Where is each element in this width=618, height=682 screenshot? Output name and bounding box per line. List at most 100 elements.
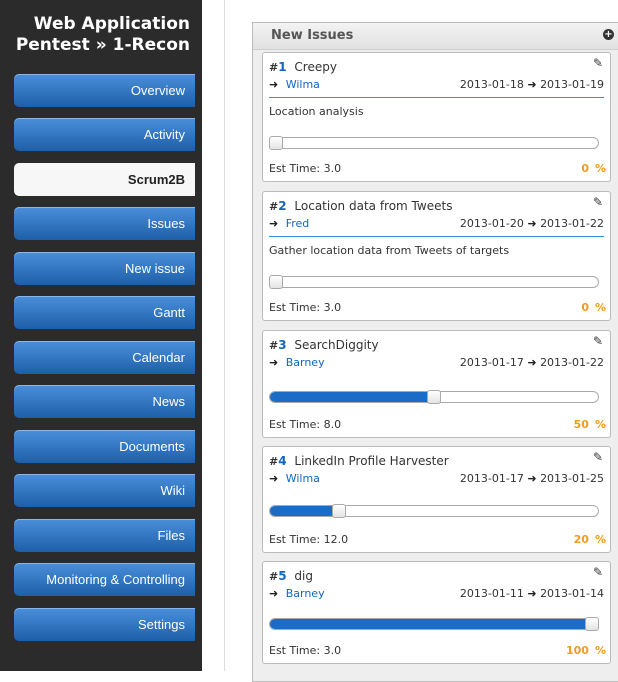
arrow-right-icon: ➜ bbox=[269, 587, 279, 600]
slider-handle[interactable] bbox=[269, 275, 283, 289]
issue-title-line: #2 Location data from Tweets bbox=[269, 199, 452, 213]
edit-icon[interactable]: ✎ bbox=[593, 565, 603, 579]
issue-card[interactable]: ✎ #2 Location data from Tweets ➜ Fred 20… bbox=[262, 191, 611, 321]
estimated-time: Est Time: 3.0 bbox=[269, 301, 342, 314]
issue-number[interactable]: 5 bbox=[278, 569, 286, 583]
assignee-link[interactable]: Wilma bbox=[286, 472, 320, 485]
progress-percent: 100% bbox=[566, 644, 606, 657]
issue-card[interactable]: ✎ #3 SearchDiggity ➜ Barney 2013-01-17 ➜… bbox=[262, 330, 611, 438]
issue-hash: # bbox=[269, 455, 279, 468]
issue-number[interactable]: 2 bbox=[278, 199, 286, 213]
estimated-time: Est Time: 3.0 bbox=[269, 644, 342, 657]
assignee-link[interactable]: Wilma bbox=[286, 78, 320, 91]
start-date: 2013-01-11 bbox=[459, 587, 524, 600]
arrow-right-icon: ➜ bbox=[527, 472, 537, 485]
progress-percent: 0% bbox=[581, 162, 606, 175]
slider-handle[interactable] bbox=[585, 617, 599, 631]
nav-calendar[interactable]: Calendar bbox=[14, 341, 195, 374]
assignee-line: ➜ Wilma bbox=[269, 472, 320, 485]
progress-percent: 20% bbox=[574, 533, 606, 546]
nav-scrum2b[interactable]: Scrum2B bbox=[14, 163, 195, 196]
progress-slider[interactable] bbox=[269, 276, 599, 288]
issue-card[interactable]: ✎ #4 LinkedIn Profile Harvester ➜ Wilma … bbox=[262, 446, 611, 553]
arrow-right-icon: ➜ bbox=[269, 472, 279, 485]
assignee-link[interactable]: Fred bbox=[286, 217, 310, 230]
due-date: 2013-01-14 bbox=[540, 587, 604, 600]
issue-subject[interactable]: Location data from Tweets bbox=[294, 199, 452, 213]
progress-value: 50 bbox=[573, 418, 589, 431]
edit-icon[interactable]: ✎ bbox=[593, 450, 603, 464]
nav-monitoring-controlling[interactable]: Monitoring & Controlling bbox=[14, 563, 195, 596]
progress-value: 0 bbox=[581, 162, 589, 175]
due-date: 2013-01-19 bbox=[540, 78, 604, 91]
issue-number[interactable]: 1 bbox=[278, 60, 286, 74]
edit-icon[interactable]: ✎ bbox=[593, 56, 603, 70]
project-title-line2: Pentest » 1-Recon bbox=[15, 35, 190, 55]
nav-overview[interactable]: Overview bbox=[14, 74, 195, 107]
issue-dates: 2013-01-20 ➜ 2013-01-22 bbox=[460, 217, 604, 230]
progress-fill bbox=[270, 619, 598, 629]
nav-issues[interactable]: Issues bbox=[14, 207, 195, 240]
arrow-right-icon: ➜ bbox=[269, 78, 279, 91]
issue-hash: # bbox=[269, 339, 279, 352]
issue-dates: 2013-01-17 ➜ 2013-01-22 bbox=[460, 356, 604, 369]
issue-subject[interactable]: SearchDiggity bbox=[294, 338, 378, 352]
start-date: 2013-01-20 bbox=[459, 217, 524, 230]
estimated-time: Est Time: 12.0 bbox=[269, 533, 349, 546]
nav-settings[interactable]: Settings bbox=[14, 608, 195, 641]
arrow-right-icon: ➜ bbox=[269, 356, 279, 369]
nav-files[interactable]: Files bbox=[14, 519, 195, 552]
progress-fill bbox=[270, 506, 336, 516]
issue-hash: # bbox=[269, 200, 279, 213]
percent-sign: % bbox=[594, 418, 606, 431]
arrow-right-icon: ➜ bbox=[269, 217, 279, 230]
nav-documents[interactable]: Documents bbox=[14, 430, 195, 463]
assignee-line: ➜ Fred bbox=[269, 217, 309, 230]
card-divider bbox=[269, 97, 604, 98]
panel-title: New Issues bbox=[271, 28, 354, 43]
nav-activity[interactable]: Activity bbox=[14, 118, 195, 151]
issue-description: Gather location data from Tweets of targ… bbox=[269, 244, 510, 257]
arrow-right-icon: ➜ bbox=[527, 587, 537, 600]
issue-number[interactable]: 3 bbox=[278, 338, 286, 352]
progress-slider[interactable] bbox=[269, 618, 599, 630]
slider-handle[interactable] bbox=[269, 136, 283, 150]
progress-percent: 0% bbox=[581, 301, 606, 314]
start-date: 2013-01-17 bbox=[459, 472, 524, 485]
issue-card[interactable]: ✎ #1 Creepy ➜ Wilma 2013-01-18 ➜ 2013-01… bbox=[262, 52, 611, 182]
nav-wiki[interactable]: Wiki bbox=[14, 474, 195, 507]
nav-new-issue[interactable]: New issue bbox=[14, 252, 195, 285]
plus-circle-icon[interactable]: + bbox=[603, 29, 614, 40]
project-sidebar: Web Application Pentest » 1-Recon Overvi… bbox=[0, 0, 202, 671]
issue-number[interactable]: 4 bbox=[278, 454, 286, 468]
assignee-link[interactable]: Barney bbox=[286, 587, 325, 600]
progress-slider[interactable] bbox=[269, 137, 599, 149]
issue-card[interactable]: ✎ #5 dig ➜ Barney 2013-01-11 ➜ 2013-01-1… bbox=[262, 561, 611, 664]
assignee-line: ➜ Wilma bbox=[269, 78, 320, 91]
estimated-time: Est Time: 8.0 bbox=[269, 418, 342, 431]
edit-icon[interactable]: ✎ bbox=[593, 195, 603, 209]
issue-dates: 2013-01-17 ➜ 2013-01-25 bbox=[460, 472, 604, 485]
issue-hash: # bbox=[269, 570, 279, 583]
estimated-time: Est Time: 3.0 bbox=[269, 162, 342, 175]
progress-slider[interactable] bbox=[269, 505, 599, 517]
percent-sign: % bbox=[594, 162, 606, 175]
progress-value: 20 bbox=[573, 533, 589, 546]
edit-icon[interactable]: ✎ bbox=[593, 334, 603, 348]
progress-fill bbox=[270, 392, 434, 402]
project-title-line1: Web Application bbox=[33, 14, 190, 34]
percent-sign: % bbox=[594, 533, 606, 546]
slider-handle[interactable] bbox=[332, 504, 347, 518]
issue-subject[interactable]: LinkedIn Profile Harvester bbox=[294, 454, 448, 468]
nav-gantt[interactable]: Gantt bbox=[14, 296, 195, 329]
slider-handle[interactable] bbox=[427, 390, 441, 404]
nav-news[interactable]: News bbox=[14, 385, 195, 418]
content-divider bbox=[224, 0, 225, 671]
issue-description: Location analysis bbox=[269, 105, 364, 118]
progress-percent: 50% bbox=[574, 418, 606, 431]
project-title: Web Application Pentest » 1-Recon bbox=[0, 14, 190, 56]
issue-subject[interactable]: Creepy bbox=[294, 60, 337, 74]
issue-dates: 2013-01-18 ➜ 2013-01-19 bbox=[460, 78, 604, 91]
assignee-link[interactable]: Barney bbox=[286, 356, 325, 369]
issue-subject[interactable]: dig bbox=[294, 569, 313, 583]
